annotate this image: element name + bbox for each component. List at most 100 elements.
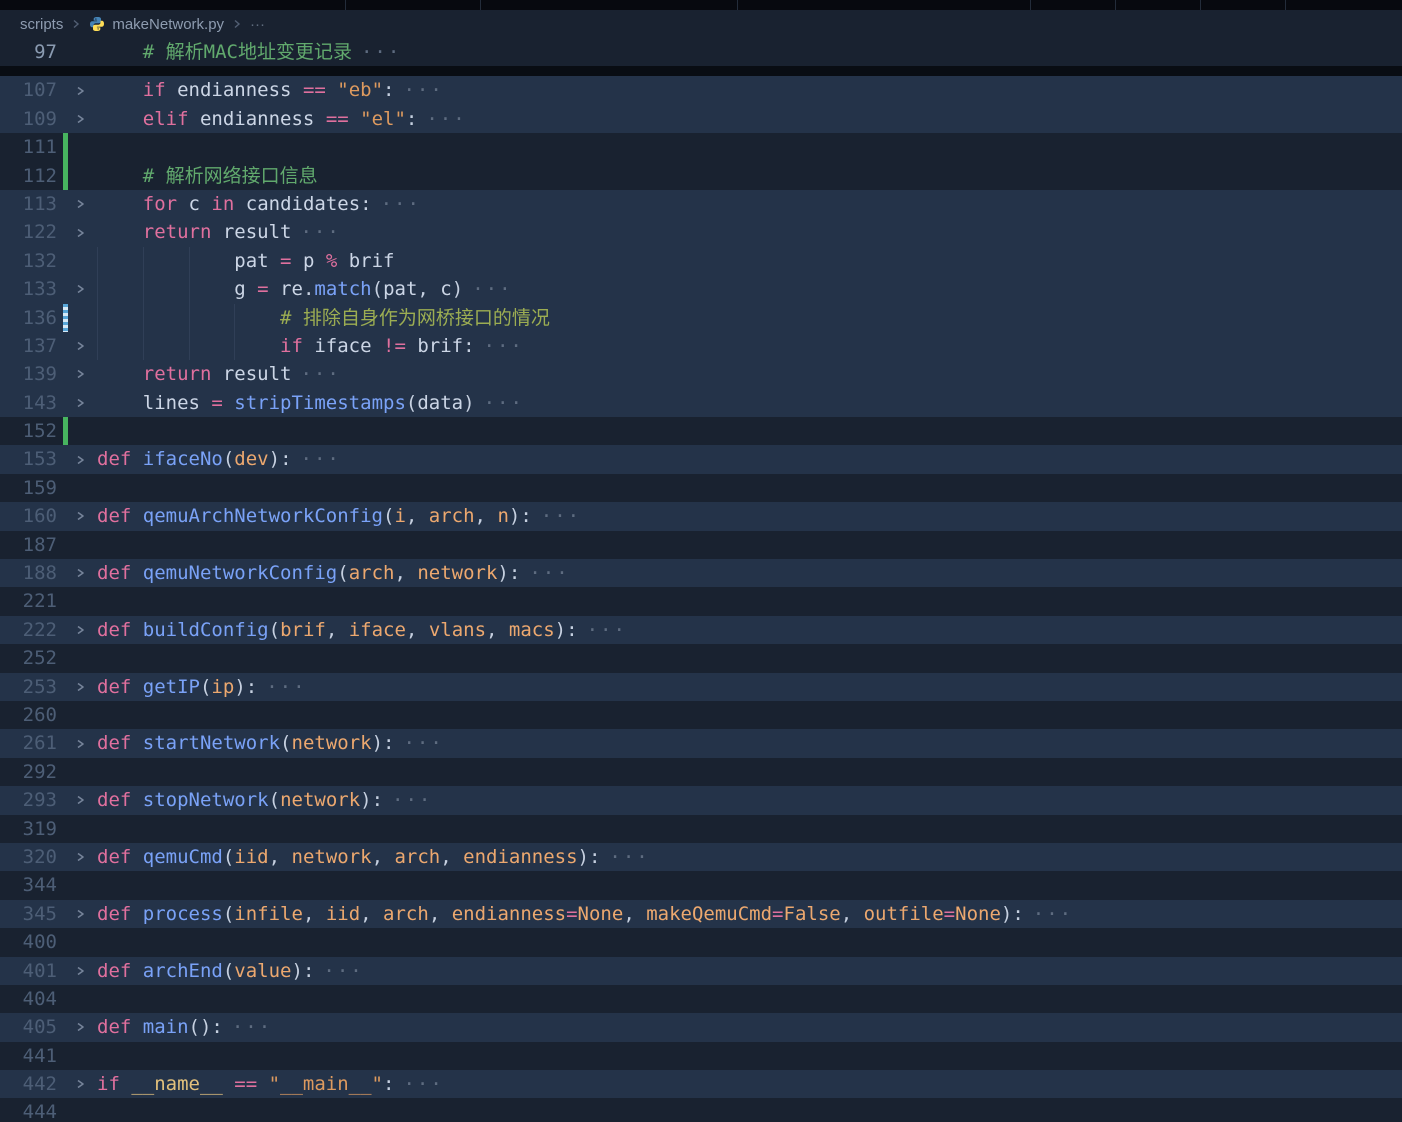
code-line-292[interactable]: 292 [0, 758, 1402, 786]
code-line-143[interactable]: 143 lines = stripTimestamps(data) ··· [0, 388, 1402, 418]
folded-code-ellipsis[interactable]: ··· [301, 448, 341, 470]
code-content[interactable]: if iface != brif: ··· [97, 331, 1402, 361]
fold-chevron-right-icon[interactable] [73, 793, 87, 807]
code-content[interactable] [97, 871, 1402, 899]
fold-chevron-right-icon[interactable] [73, 84, 87, 98]
folded-code-ellipsis[interactable]: ··· [484, 335, 524, 357]
folded-code-ellipsis[interactable]: ··· [403, 79, 443, 101]
code-line-112[interactable]: 112 # 解析网络接口信息 [0, 161, 1402, 190]
code-line-133[interactable]: 133 g = re.match(pat, c) ··· [0, 275, 1402, 304]
code-line-153[interactable]: 153 def ifaceNo(dev): ··· [0, 445, 1402, 474]
code-line-293[interactable]: 293 def stopNetwork(network): ··· [0, 786, 1402, 815]
breadcrumb-symbol[interactable]: ··· [250, 16, 265, 33]
code-content[interactable]: def archEnd(value): ··· [97, 957, 1402, 985]
code-content[interactable]: if endianness == "eb": ··· [97, 76, 1402, 104]
breadcrumb-file[interactable]: makeNetwork.py [112, 16, 224, 33]
folded-code-ellipsis[interactable]: ··· [300, 221, 340, 243]
code-line-344[interactable]: 344 [0, 871, 1402, 899]
folded-code-ellipsis[interactable]: ··· [300, 363, 340, 385]
code-line-345[interactable]: 345 def process(infile, iid, arch, endian… [0, 899, 1402, 929]
code-line-137[interactable]: 137 if iface != brif: ··· [0, 331, 1402, 361]
code-line-160[interactable]: 160 def qemuArchNetworkConfig(i, arch, n)… [0, 502, 1402, 531]
code-line-441[interactable]: 441 [0, 1042, 1402, 1070]
code-content[interactable]: # 解析网络接口信息 [97, 162, 1402, 190]
code-content[interactable]: return result ··· [97, 360, 1402, 388]
code-line-159[interactable]: 159 [0, 474, 1402, 502]
folded-code-ellipsis[interactable]: ··· [403, 732, 443, 754]
code-line-221[interactable]: 221 [0, 587, 1402, 615]
folded-code-ellipsis[interactable]: ··· [541, 505, 581, 527]
folded-code-ellipsis[interactable]: ··· [587, 619, 627, 641]
code-line-222[interactable]: 222 def buildConfig(brif, iface, vlans, m… [0, 615, 1402, 645]
code-line-107[interactable]: 107 if endianness == "eb": ··· [0, 76, 1402, 105]
code-content[interactable]: def qemuNetworkConfig(arch, network): ··· [97, 559, 1402, 587]
fold-chevron-right-icon[interactable] [73, 964, 87, 978]
fold-chevron-right-icon[interactable] [73, 226, 87, 240]
fold-chevron-right-icon[interactable] [73, 1077, 87, 1091]
code-line-187[interactable]: 187 [0, 531, 1402, 559]
code-line-405[interactable]: 405 def main(): ··· [0, 1013, 1402, 1042]
fold-chevron-right-icon[interactable] [73, 509, 87, 523]
code-line-252[interactable]: 252 [0, 644, 1402, 672]
folded-code-ellipsis[interactable]: ··· [609, 846, 649, 868]
folded-code-ellipsis[interactable]: ··· [1033, 903, 1073, 925]
code-content[interactable]: g = re.match(pat, c) ··· [97, 275, 1402, 304]
folded-code-ellipsis[interactable]: ··· [232, 1016, 272, 1038]
folded-code-ellipsis[interactable]: ··· [323, 960, 363, 982]
code-content[interactable]: def qemuCmd(iid, network, arch, endianne… [97, 843, 1402, 871]
code-content[interactable] [97, 133, 1402, 161]
code-content[interactable] [97, 644, 1402, 672]
code-line-122[interactable]: 122 return result ··· [0, 218, 1402, 247]
code-content[interactable]: def startNetwork(network): ··· [97, 729, 1402, 757]
code-line-111[interactable]: 111 [0, 133, 1402, 162]
code-content[interactable] [97, 928, 1402, 956]
fold-chevron-right-icon[interactable] [73, 282, 87, 296]
code-line-188[interactable]: 188 def qemuNetworkConfig(arch, network):… [0, 559, 1402, 588]
code-content[interactable]: return result ··· [97, 218, 1402, 246]
fold-chevron-right-icon[interactable] [73, 1020, 87, 1034]
code-line-320[interactable]: 320 def qemuCmd(iid, network, arch, endia… [0, 842, 1402, 872]
code-content[interactable] [97, 587, 1402, 615]
code-content[interactable]: if __name__ == "__main__": ··· [97, 1070, 1402, 1098]
code-content[interactable] [97, 531, 1402, 559]
fold-chevron-right-icon[interactable] [73, 680, 87, 694]
code-content[interactable]: def ifaceNo(dev): ··· [97, 445, 1402, 473]
code-line-319[interactable]: 319 [0, 815, 1402, 843]
folded-code-ellipsis[interactable]: ··· [426, 108, 466, 130]
code-content[interactable]: lines = stripTimestamps(data) ··· [97, 389, 1402, 417]
fold-chevron-right-icon[interactable] [73, 396, 87, 410]
folded-code-ellipsis[interactable]: ··· [381, 193, 421, 215]
folded-code-ellipsis[interactable]: ··· [392, 789, 432, 811]
fold-chevron-right-icon[interactable] [73, 623, 87, 637]
code-content[interactable]: def stopNetwork(network): ··· [97, 786, 1402, 814]
code-line-404[interactable]: 404 [0, 985, 1402, 1013]
code-content[interactable] [97, 815, 1402, 843]
code-content[interactable] [97, 474, 1402, 502]
code-content[interactable] [97, 758, 1402, 786]
code-line-113[interactable]: 113 for c in candidates: ··· [0, 189, 1402, 219]
code-content[interactable]: elif endianness == "el": ··· [97, 105, 1402, 133]
code-line-139[interactable]: 139 return result ··· [0, 360, 1402, 389]
tab-bar[interactable] [0, 0, 1402, 10]
code-content[interactable]: def buildConfig(brif, iface, vlans, macs… [97, 616, 1402, 644]
fold-chevron-right-icon[interactable] [73, 907, 87, 921]
code-content[interactable]: def process(infile, iid, arch, endiannes… [97, 900, 1402, 928]
code-line-152[interactable]: 152 [0, 417, 1402, 446]
code-line-261[interactable]: 261 def startNetwork(network): ··· [0, 729, 1402, 758]
code-content[interactable]: def main(): ··· [97, 1013, 1402, 1041]
fold-chevron-right-icon[interactable] [73, 197, 87, 211]
code-content[interactable]: pat = p % brif [97, 246, 1402, 276]
code-line-401[interactable]: 401 def archEnd(value): ··· [0, 956, 1402, 985]
breadcrumb-folder[interactable]: scripts [20, 16, 63, 33]
fold-chevron-right-icon[interactable] [73, 850, 87, 864]
code-content[interactable] [97, 985, 1402, 1013]
folded-code-ellipsis[interactable]: ··· [529, 562, 569, 584]
code-line-132[interactable]: 132 pat = p % brif [0, 246, 1402, 276]
folded-code-ellipsis[interactable]: ··· [403, 1073, 443, 1095]
code-content[interactable] [97, 1098, 1402, 1121]
code-line-109[interactable]: 109 elif endianness == "el": ··· [0, 104, 1402, 134]
folded-code-ellipsis[interactable]: ··· [472, 278, 512, 300]
code-content[interactable]: def getIP(ip): ··· [97, 673, 1402, 701]
fold-chevron-right-icon[interactable] [73, 737, 87, 751]
code-content[interactable]: for c in candidates: ··· [97, 190, 1402, 218]
